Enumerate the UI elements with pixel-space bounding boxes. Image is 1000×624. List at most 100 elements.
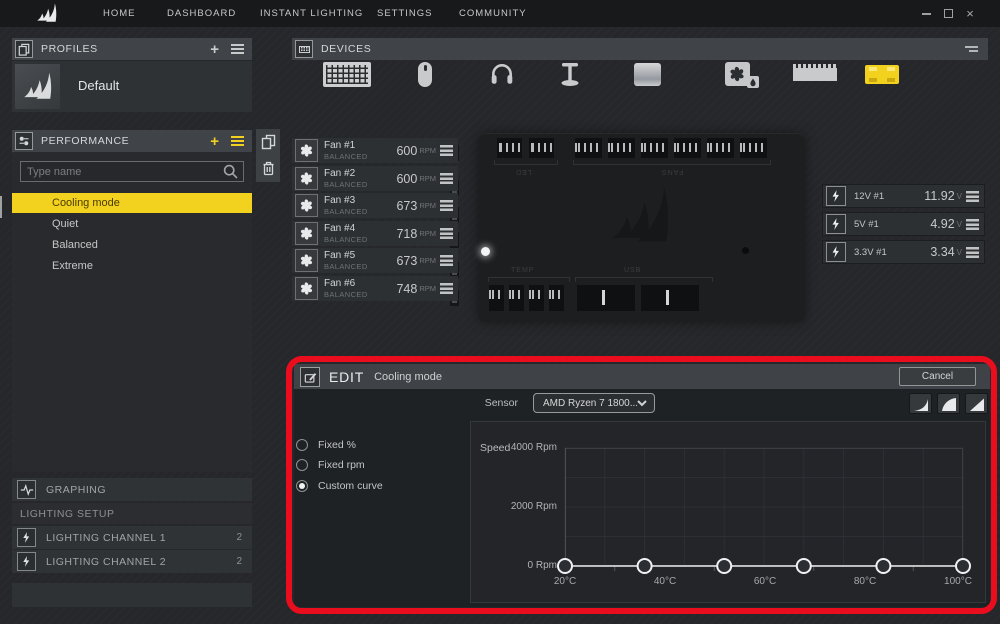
performance-menu-icon[interactable] (231, 136, 244, 146)
keyboard-icon (295, 40, 313, 58)
fan-menu-icon[interactable] (440, 145, 453, 156)
fan-row-2[interactable]: Fan #2BALANCED 600 RPM (292, 166, 458, 191)
fan-name: Fan #1 (324, 141, 396, 151)
device-icon-ram[interactable] (793, 60, 837, 88)
radio-fixed-rpm[interactable]: Fixed rpm (296, 458, 365, 472)
voltage-name: 5V #1 (854, 219, 930, 230)
radio-fixed-percent[interactable]: Fixed % (296, 438, 356, 452)
edit-subtitle: Cooling mode (374, 371, 899, 383)
voltage-row-12v[interactable]: 12V #1 11.92 V (822, 184, 985, 208)
lighting-channel-2-label: LIGHTING CHANNEL 2 (46, 556, 236, 568)
add-performance-mode-icon[interactable]: + (210, 135, 219, 148)
device-icon-mousepad[interactable] (633, 60, 661, 88)
sidebar-item-lighting-channel-1[interactable]: LIGHTING CHANNEL 1 2 (12, 526, 252, 549)
mode-item-extreme[interactable]: Extreme (12, 256, 252, 276)
x-tick-80: 80°C (845, 576, 885, 587)
corsair-logo-icon (32, 3, 62, 24)
fan-menu-icon[interactable] (440, 228, 453, 239)
fan-menu-icon[interactable] (440, 283, 453, 294)
temp-port (509, 285, 524, 311)
bolt-icon (826, 214, 846, 234)
x-tick-60: 60°C (745, 576, 785, 587)
devices-filter-icon[interactable] (965, 46, 978, 53)
cancel-button[interactable]: Cancel (899, 367, 976, 386)
fan-menu-icon[interactable] (440, 255, 453, 266)
maximize-button[interactable] (939, 0, 957, 27)
device-icon-cooler[interactable] (722, 60, 752, 88)
fan-row-4[interactable]: Fan #4BALANCED 718 RPM (292, 221, 458, 246)
fan-menu-icon[interactable] (440, 200, 453, 211)
fan-rpm-unit: RPM (419, 174, 436, 183)
waveform-icon (17, 480, 36, 499)
voltage-menu-icon[interactable] (966, 191, 979, 202)
curve-point-2[interactable] (638, 559, 652, 573)
temp-bracket (488, 277, 570, 282)
fan-rpm-unit: RPM (419, 201, 436, 210)
duplicate-mode-button[interactable] (256, 129, 280, 155)
curve-point-4[interactable] (797, 559, 811, 573)
linear-curve-icon (969, 396, 985, 412)
curve-point-6[interactable] (956, 559, 970, 573)
bolt-icon (17, 528, 36, 547)
mode-item-cooling-mode[interactable]: Cooling mode (12, 193, 252, 213)
sensor-dropdown[interactable]: AMD Ryzen 7 1800... (533, 393, 655, 413)
curve-preset-convex-button[interactable] (937, 393, 960, 414)
sidebar-item-lighting-channel-2[interactable]: LIGHTING CHANNEL 2 2 (12, 550, 252, 573)
nav-home[interactable]: HOME (103, 0, 136, 27)
device-icon-mouse[interactable] (418, 60, 432, 88)
curve-preset-linear-button[interactable] (965, 393, 988, 414)
profile-name: Default (78, 78, 119, 93)
nav-settings[interactable]: SETTINGS (377, 0, 433, 27)
nav-dashboard[interactable]: DASHBOARD (167, 0, 236, 27)
profiles-icon (15, 40, 33, 58)
delete-mode-button[interactable] (256, 155, 280, 181)
voltage-row-3-3v[interactable]: 3.3V #1 3.34 V (822, 240, 985, 264)
mode-search-input[interactable] (21, 166, 222, 178)
profile-item-default[interactable]: Default (12, 61, 252, 112)
voltage-menu-icon[interactable] (966, 247, 979, 258)
sidebar-item-lighting-setup[interactable]: LIGHTING SETUP (12, 503, 252, 524)
mode-search (20, 161, 244, 182)
devices-header: DEVICES (292, 38, 988, 60)
radio-label: Fixed % (318, 439, 356, 451)
device-icon-keyboard[interactable] (323, 60, 371, 88)
fan-mode: BALANCED (324, 208, 396, 216)
add-profile-icon[interactable]: + (210, 43, 219, 56)
y-tick-4000: 4000 Rpm (490, 442, 557, 453)
device-icon-commander-pro[interactable] (865, 60, 899, 88)
temp-port (549, 285, 564, 311)
fan-row-1[interactable]: Fan #1BALANCED 600 RPM (292, 138, 458, 163)
curve-point-1[interactable] (558, 559, 572, 573)
radio-circle (296, 439, 308, 451)
profiles-menu-icon[interactable] (231, 44, 244, 54)
curve-point-5[interactable] (876, 559, 890, 573)
fan-icon (295, 277, 318, 300)
profiles-header: PROFILES + (12, 38, 252, 60)
voltage-menu-icon[interactable] (966, 219, 979, 230)
curve-point-3[interactable] (717, 559, 731, 573)
mode-item-quiet[interactable]: Quiet (12, 214, 252, 234)
voltage-value: 4.92 (930, 217, 954, 231)
radio-custom-curve[interactable]: Custom curve (296, 479, 383, 493)
voltage-row-5v[interactable]: 5V #1 4.92 V (822, 212, 985, 236)
nav-community[interactable]: COMMUNITY (459, 0, 527, 27)
fan-icon (295, 139, 318, 162)
mode-item-balanced[interactable]: Balanced (12, 235, 252, 255)
fan-row-6[interactable]: Fan #6BALANCED 748 RPM (292, 276, 458, 301)
nav-instant-lighting[interactable]: INSTANT LIGHTING (260, 0, 363, 27)
curve-plot-area[interactable] (565, 448, 963, 576)
fan-port (608, 138, 635, 158)
sidebar-item-graphing[interactable]: GRAPHING (12, 478, 252, 501)
led-port (497, 138, 522, 158)
fan-menu-icon[interactable] (440, 173, 453, 184)
voltage-name: 3.3V #1 (854, 247, 930, 258)
voltage-value: 3.34 (930, 245, 954, 259)
fan-row-5[interactable]: Fan #5BALANCED 673 RPM (292, 248, 458, 273)
device-icon-headset[interactable] (489, 60, 515, 88)
temp-ports-label: TEMP (511, 267, 534, 274)
close-button[interactable]: × (961, 0, 979, 27)
curve-preset-concave-button[interactable] (909, 393, 932, 414)
fan-row-3[interactable]: Fan #3BALANCED 673 RPM (292, 193, 458, 218)
minimize-button[interactable] (917, 0, 935, 27)
device-icon-headset-stand[interactable] (558, 60, 582, 88)
